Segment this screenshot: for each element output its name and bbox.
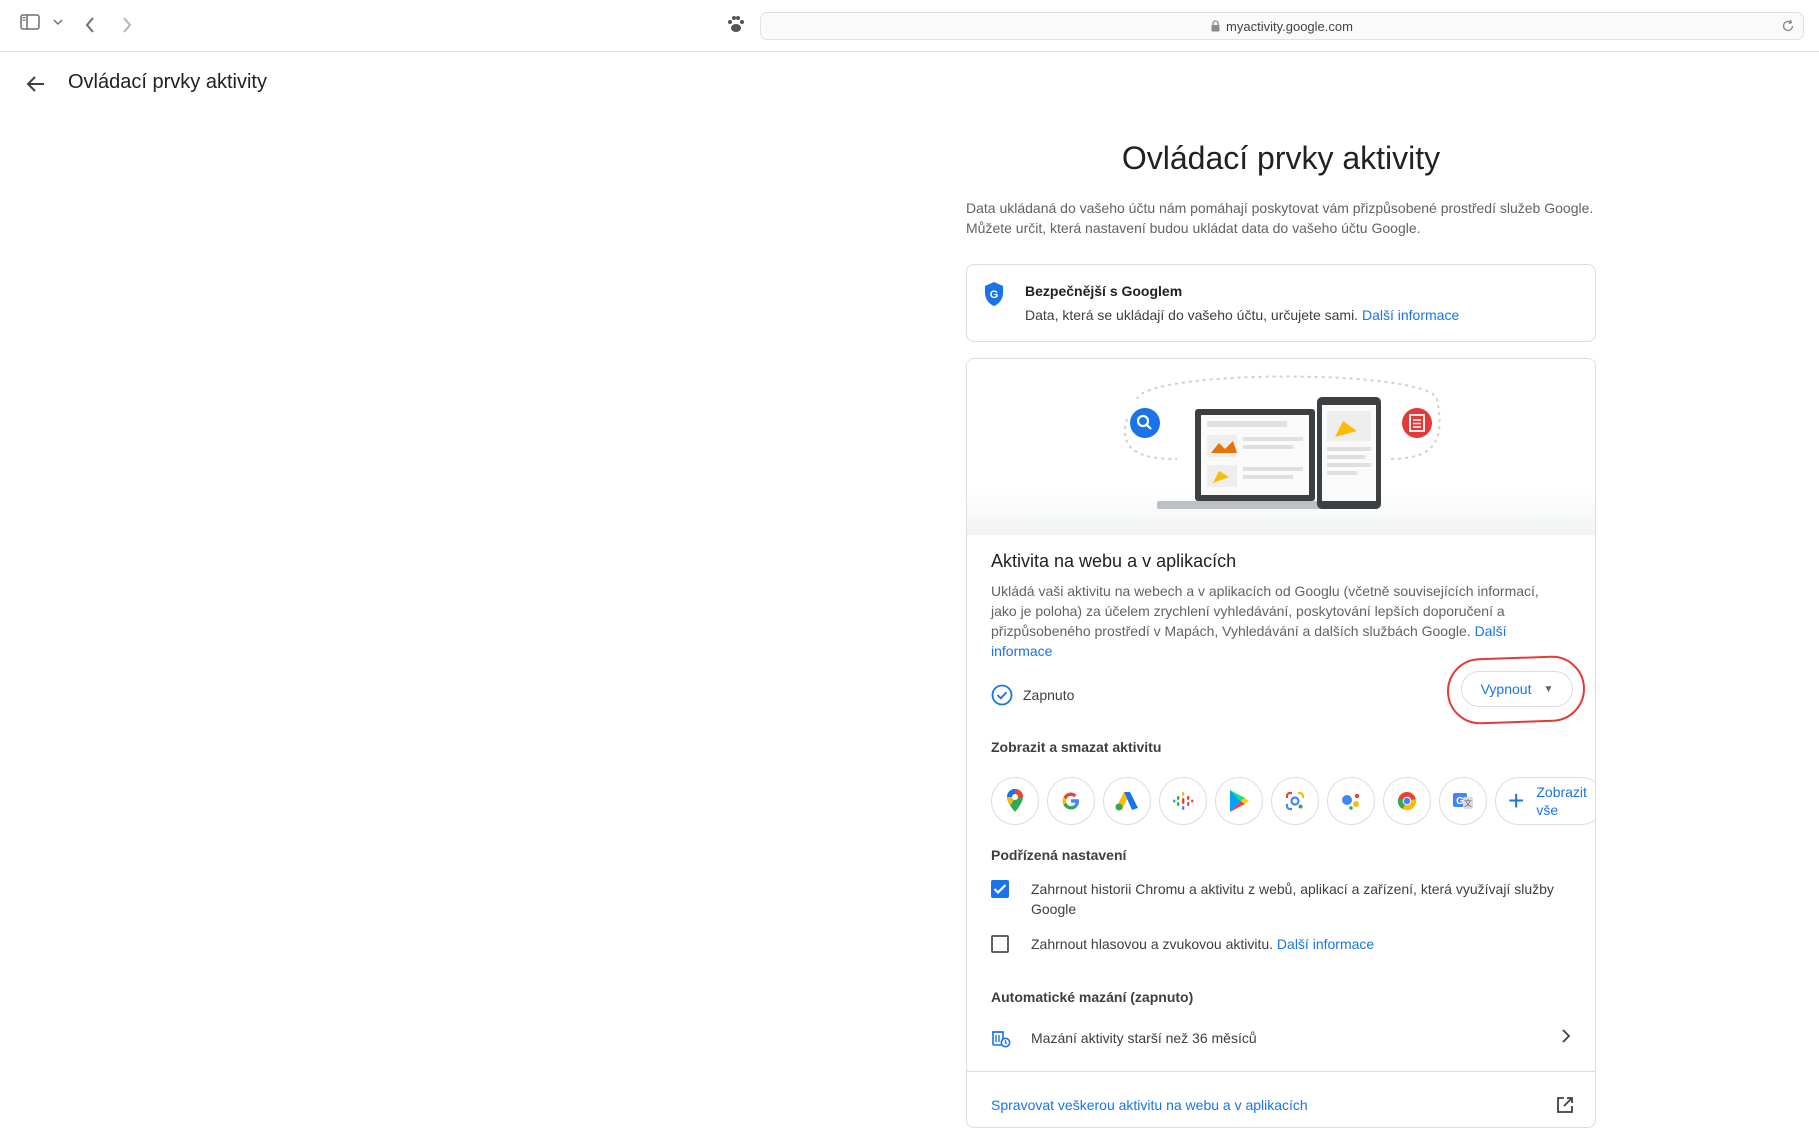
activity-title: Aktivita na webu a v aplikacích [991, 551, 1237, 571]
safety-learn-more-link[interactable]: Další informace [1362, 307, 1459, 323]
intro-text: Data ukládaná do vašeho účtu nám pomáhaj… [966, 200, 1594, 236]
svg-text:文: 文 [1464, 798, 1472, 808]
auto-delete-row[interactable]: Mazání aktivity starší než 36 měsíců [991, 1023, 1571, 1053]
google-podcasts-icon[interactable] [1159, 777, 1207, 825]
google-translate-icon[interactable]: G文 [1439, 777, 1487, 825]
google-search-icon[interactable] [1047, 777, 1095, 825]
chevron-right-icon [1561, 1028, 1571, 1047]
status-text: Zapnuto [1023, 687, 1075, 703]
turn-off-label: Vypnout [1480, 681, 1532, 697]
show-all-line1: Zobrazit [1536, 784, 1587, 800]
safety-card: G Bezpečnější s Googlem Data, která se u… [966, 264, 1596, 342]
activity-status: Zapnuto [991, 684, 1074, 706]
voice-row: Zahrnout hlasovou a zvukovou aktivitu. D… [991, 934, 1374, 954]
voice-learn-more-link[interactable]: Další informace [1277, 934, 1374, 954]
google-assistant-icon[interactable] [1327, 777, 1375, 825]
google-ads-icon[interactable] [1103, 777, 1151, 825]
safety-title: Bezpečnější s Googlem [1025, 283, 1183, 299]
address-bar[interactable]: myactivity.google.com [760, 12, 1804, 40]
google-play-icon[interactable] [1215, 777, 1263, 825]
manage-activity-link[interactable]: Spravovat veškerou aktivitu na webu a v … [991, 1097, 1308, 1113]
check-circle-icon [991, 684, 1013, 706]
maps-icon[interactable] [991, 777, 1039, 825]
auto-delete-icon [991, 1028, 1011, 1048]
devices-illustration [967, 359, 1595, 535]
chrome-history-label: Zahrnout historii Chromu a aktivitu z we… [1031, 881, 1554, 917]
show-all-label: Zobrazit vše [1536, 783, 1587, 819]
back-arrow-icon[interactable] [24, 72, 48, 96]
auto-delete-title: Automatické mazání (zapnuto) [991, 989, 1194, 1005]
activity-description: Ukládá vaši aktivitu na webech a v aplik… [991, 581, 1551, 661]
app-icons-row: G文 + Zobrazit vše [991, 777, 1595, 827]
activity-card: Aktivita na webu a v aplikacích Ukládá v… [966, 358, 1596, 1128]
turn-off-button[interactable]: Vypnout ▼ [1461, 671, 1573, 707]
chrome-icon[interactable] [1383, 777, 1431, 825]
show-all-line2: vše [1536, 802, 1559, 818]
paw-icon[interactable] [726, 14, 746, 34]
chrome-history-checkbox[interactable] [991, 880, 1009, 898]
caret-down-icon: ▼ [1543, 683, 1554, 695]
plus-icon: + [1508, 785, 1525, 816]
divider [967, 1071, 1595, 1072]
lock-icon [1211, 20, 1220, 32]
voice-checkbox[interactable] [991, 935, 1009, 953]
back-icon[interactable] [84, 16, 96, 34]
safety-text-body: Data, která se ukládají do vašeho účtu, … [1025, 307, 1359, 323]
app-header: Ovládací prvky aktivity [0, 53, 1819, 115]
google-lens-icon[interactable] [1271, 777, 1319, 825]
voice-label: Zahrnout hlasovou a zvukovou aktivitu. [1031, 936, 1274, 952]
sidebar-toggle-icon[interactable] [20, 14, 40, 30]
chevron-down-icon[interactable] [53, 18, 63, 26]
show-all-button[interactable]: + Zobrazit vše [1495, 777, 1595, 825]
svg-text:G: G [990, 289, 999, 301]
open-external-icon[interactable] [1555, 1095, 1575, 1120]
auto-delete-text: Mazání aktivity starší než 36 měsíců [1031, 1030, 1257, 1046]
svg-text:G: G [1456, 796, 1464, 807]
browser-toolbar: myactivity.google.com [0, 0, 1819, 52]
header-title: Ovládací prvky aktivity [68, 71, 267, 93]
chrome-history-row: Zahrnout historii Chromu a aktivitu z we… [991, 879, 1571, 919]
shield-icon: G [983, 281, 1005, 312]
reload-icon[interactable] [1781, 19, 1795, 36]
safety-text: Data, která se ukládají do vašeho účtu, … [1025, 307, 1459, 323]
page-title: Ovládací prvky aktivity [1121, 140, 1441, 176]
url-text: myactivity.google.com [1226, 18, 1353, 34]
view-delete-title: Zobrazit a smazat aktivitu [991, 739, 1162, 755]
forward-icon[interactable] [121, 16, 133, 34]
activity-description-text: Ukládá vaši aktivitu na webech a v aplik… [991, 583, 1539, 639]
sub-settings-title: Podřízená nastavení [991, 847, 1127, 863]
